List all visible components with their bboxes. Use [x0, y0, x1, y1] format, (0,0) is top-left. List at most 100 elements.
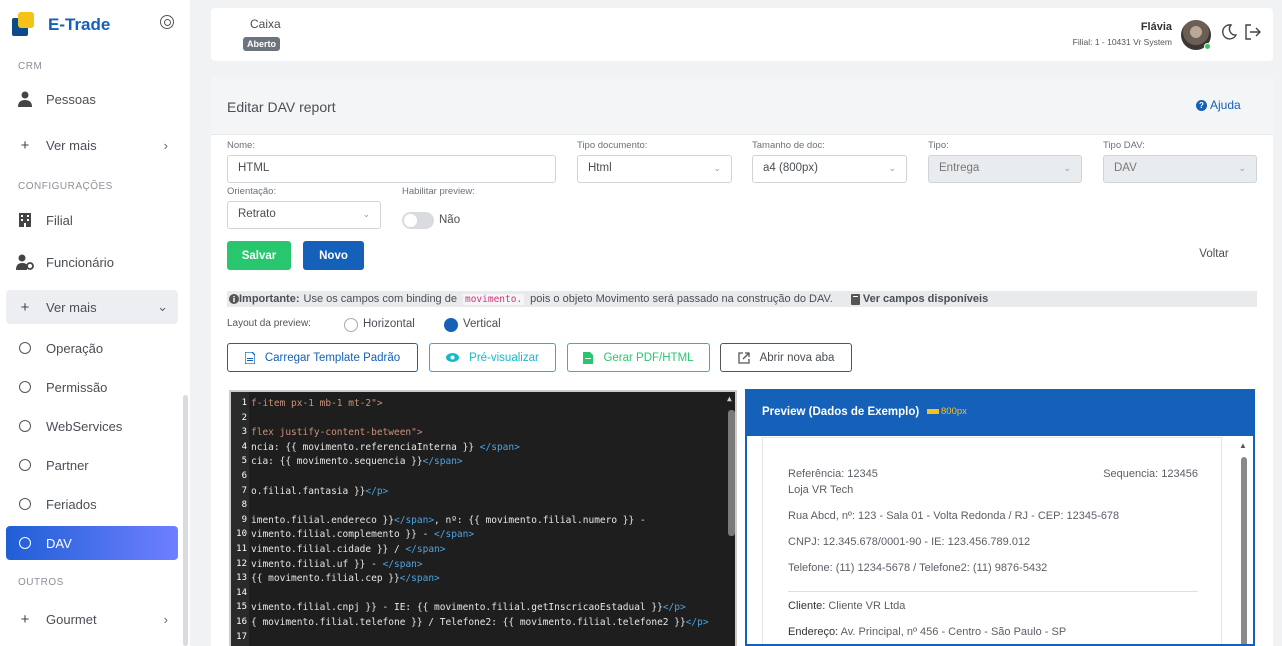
tamanho-select[interactable]: a4 (800px) ⌄ [752, 155, 907, 183]
chevron-down-icon: ⌄ [713, 163, 721, 173]
sidebar-item-label: Ver mais [46, 137, 97, 153]
brand[interactable]: E-Trade [12, 12, 110, 38]
generate-pdf-label: Gerar PDF/HTML [603, 351, 694, 364]
chevron-down-icon: ⌄ [1238, 163, 1246, 173]
line-number: 9 [241, 514, 247, 525]
sidebar-item-dav[interactable]: DAV [6, 526, 178, 560]
line-code: cia: {{ movimento.sequencia }}</span> [251, 456, 463, 468]
sidebar-item-partner[interactable]: Partner [6, 448, 178, 482]
user-branch: Filial: 1 - 10431 Vr System [1072, 37, 1172, 47]
line-number: 6 [241, 471, 247, 481]
circle-icon [16, 339, 34, 357]
nome-input[interactable]: HTML [227, 155, 556, 183]
radio-horizontal[interactable] [344, 318, 358, 332]
brand-name: E-Trade [48, 15, 111, 34]
view-fields-link[interactable]: Ver campos disponíveis [850, 293, 988, 305]
preview-button[interactable]: Pré-visualizar [429, 343, 556, 372]
file-icon [244, 351, 255, 364]
generate-pdf-button[interactable]: Gerar PDF/HTML [567, 343, 710, 372]
open-new-tab-label: Abrir nova aba [759, 351, 835, 364]
sidebar-item-operacao[interactable]: Operação [6, 331, 178, 365]
moon-icon[interactable] [1221, 24, 1237, 40]
circle-icon [16, 534, 34, 552]
line-code: { movimento.filial.telefone }} / Telefon… [251, 617, 709, 628]
section-label-outros: OUTROS [18, 577, 64, 588]
preview-toggle-text: Não [439, 214, 461, 226]
scroll-up-icon[interactable]: ▲ [727, 394, 732, 403]
line-number: 14 [236, 587, 247, 598]
sidebar-item-permissao[interactable]: Permissão [6, 370, 178, 404]
save-button[interactable]: Salvar [227, 241, 291, 270]
main-header: Editar DAV report ? Ajuda [211, 77, 1273, 135]
sidebar-item-funcionario[interactable]: Funcionário [6, 245, 178, 279]
load-template-button[interactable]: Carregar Template Padrão [227, 343, 418, 372]
line-number: 5 [241, 456, 247, 467]
topbar: Caixa Aberto Flávia Filial: 1 - 10431 Vr… [211, 8, 1273, 61]
sidebar-item-label: Filial [46, 212, 73, 228]
radio-vertical[interactable] [444, 318, 458, 332]
new-button[interactable]: Novo [303, 241, 364, 270]
help-label: Ajuda [1210, 98, 1241, 112]
sidebar-scrollbar[interactable] [183, 395, 188, 646]
file-export-icon [583, 351, 594, 364]
help-icon: ? [1196, 99, 1207, 111]
sidebar-item-ver-mais-crm[interactable]: + Ver mais › [6, 128, 178, 162]
plus-icon: + [20, 298, 30, 316]
line-number: 2 [241, 412, 247, 423]
info-prefix: Importante: [239, 293, 300, 305]
preview-scrollbar[interactable] [1241, 457, 1247, 644]
sidebar-item-gourmet[interactable]: + Gourmet › [6, 602, 178, 636]
back-button[interactable]: Voltar [1186, 239, 1242, 268]
line-code: vimento.filial.cnpj }} - IE: {{ moviment… [251, 602, 686, 614]
line-number: 15 [236, 602, 247, 613]
preview-label: Habilitar preview: [402, 186, 475, 197]
radio-horizontal-label: Horizontal [363, 318, 415, 330]
sidebar-item-feriados[interactable]: Feriados [6, 487, 178, 521]
sidebar-item-filial[interactable]: Filial [6, 203, 178, 237]
sidebar-item-label: Feriados [46, 496, 97, 512]
editor-scrollbar[interactable] [728, 410, 735, 536]
sidebar-item-webservices[interactable]: WebServices [6, 409, 178, 443]
tipo-documento-select[interactable]: Html ⌄ [577, 155, 732, 183]
code-editor[interactable]: 1 f-item px-1 mb-1 mt-2"> 2 3 flex justify-c… [229, 390, 737, 646]
radio-vertical-label: Vertical [463, 318, 501, 330]
external-link-icon [737, 351, 750, 364]
line-code: imento.filial.endereco }}</span>, nº: {{… [251, 514, 646, 526]
pv-sequencia: Sequencia: 123456 [1103, 468, 1198, 480]
main-card: Editar DAV report ? Ajuda Nome: HTML Tip… [211, 77, 1273, 646]
line-number: 17 [236, 631, 247, 642]
layout-label: Layout da preview: [227, 318, 311, 329]
line-number: 16 [236, 617, 247, 627]
sidebar-item-label: Funcionário [46, 254, 114, 270]
sidebar-item-pessoas[interactable]: Pessoas [6, 82, 178, 116]
help-link[interactable]: ? Ajuda [1196, 98, 1241, 112]
preview-toggle[interactable] [402, 212, 434, 229]
logout-icon[interactable] [1244, 24, 1262, 40]
chevron-right-icon: › [163, 611, 168, 627]
tipo-select: Entrega ⌄ [928, 155, 1082, 183]
line-number: 1 [241, 398, 247, 408]
building-icon [16, 211, 34, 229]
preview-size-value: 800px [941, 406, 967, 417]
tipo-documento-value: Html [588, 162, 612, 174]
user-gear-icon [16, 253, 34, 271]
circle-icon [16, 378, 34, 396]
person-icon [16, 90, 34, 108]
preview-header: Preview (Dados de Exemplo) 800px [747, 391, 1253, 436]
section-label-crm: CRM [18, 61, 43, 72]
chevron-down-icon: ⌄ [888, 163, 896, 173]
line-number: 12 [236, 558, 247, 569]
sidebar-toggle-icon[interactable] [160, 15, 174, 29]
line-code: vimento.filial.uf }} - </span> [251, 558, 423, 570]
sidebar-item-label: Pessoas [46, 91, 96, 107]
open-new-tab-button[interactable]: Abrir nova aba [720, 343, 852, 372]
line-number: 10 [236, 529, 247, 540]
info-text-b: pois o objeto Movimento será passado na … [530, 293, 833, 305]
scroll-up-icon[interactable]: ▲ [1239, 441, 1247, 450]
user-name: Flávia [1140, 21, 1172, 33]
sidebar-item-ver-mais-config[interactable]: + Ver mais ⌄ [6, 290, 178, 324]
pv-endereco-cliente: Endereço: Av. Principal, nº 456 - Centro… [788, 626, 1066, 638]
orientacao-select[interactable]: Retrato ⌄ [227, 201, 381, 229]
sidebar-item-label: Partner [46, 457, 89, 473]
chevron-down-icon: ⌄ [362, 209, 370, 219]
